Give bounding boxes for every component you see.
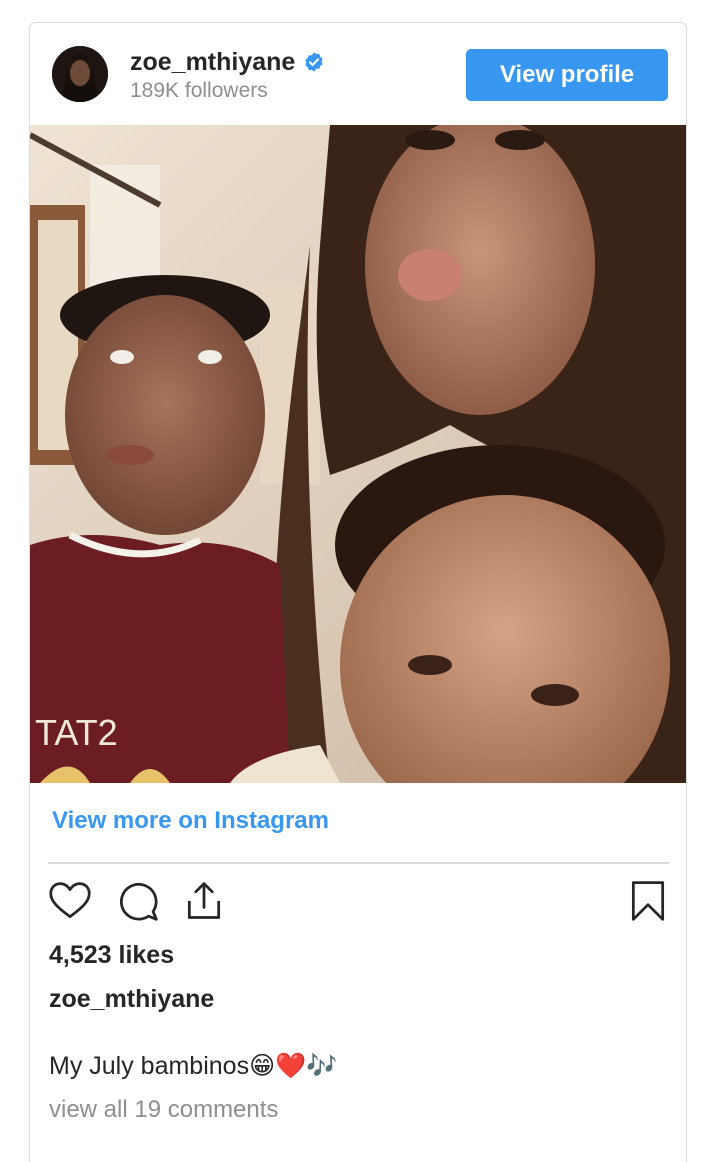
post-header: zoe_mthiyane 189K followers View profile [30,23,686,125]
view-profile-button[interactable]: View profile [466,49,668,101]
share-icon[interactable] [182,879,226,925]
heart-icon[interactable] [48,879,92,925]
instagram-embed-card: zoe_mthiyane 189K followers View profile [29,22,687,1162]
action-bar [48,879,669,927]
bookmark-icon[interactable] [626,879,670,925]
caption-username[interactable]: zoe_mthiyane [49,985,214,1014]
caption-text: My July bambinos😁❤️🎶 [49,1052,338,1080]
divider [48,862,669,864]
username-row: zoe_mthiyane [130,45,325,79]
verified-badge-icon [303,51,325,73]
post-photo[interactable]: TAT2 [30,125,686,783]
svg-text:TAT2: TAT2 [35,712,118,753]
username[interactable]: zoe_mthiyane [130,48,295,77]
like-count[interactable]: 4,523 likes [49,941,174,970]
avatar[interactable] [52,46,108,102]
comment-icon[interactable] [116,879,160,925]
follower-count: 189K followers [130,79,268,102]
view-comments-link[interactable]: view all 19 comments [49,1096,278,1124]
view-more-link[interactable]: View more on Instagram [52,807,329,835]
avatar-image [52,46,108,102]
